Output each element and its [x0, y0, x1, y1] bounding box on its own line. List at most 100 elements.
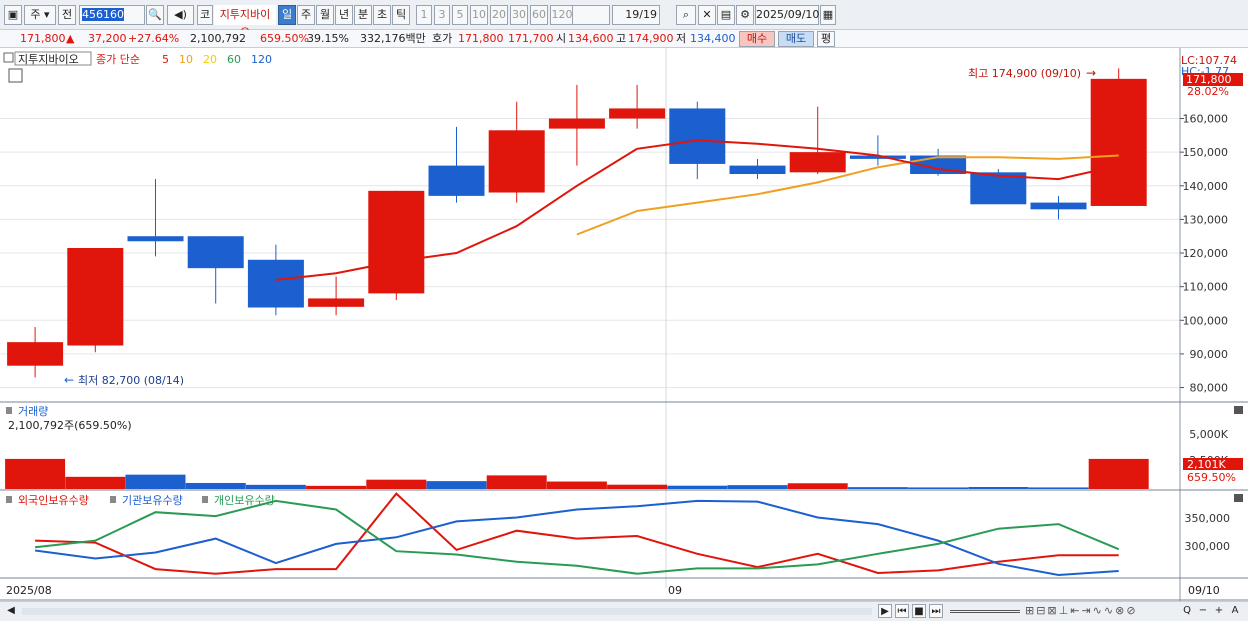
x-label-end: 09/10 — [1188, 584, 1220, 597]
period-select[interactable]: 주 ▾ — [24, 5, 56, 25]
chart-area[interactable]: 80,000 90,000 100,000 110,000 120,000 130,000… — [0, 48, 1248, 601]
save-icon[interactable]: ▤ — [717, 5, 735, 25]
candle-body — [187, 236, 244, 269]
nav-button[interactable]: ▶ — [878, 604, 892, 618]
volume-bar — [125, 474, 186, 489]
candle-body — [789, 152, 846, 173]
interval-button[interactable]: 월 — [316, 5, 334, 25]
ma-legend-item[interactable]: 120 — [251, 53, 272, 66]
nav-button[interactable]: ■ — [912, 604, 926, 618]
volume-bar — [667, 485, 728, 489]
volume-bar — [607, 484, 668, 489]
code-input[interactable]: 456160 — [79, 5, 145, 25]
x-label-start: 2025/08 — [6, 584, 52, 597]
interval-button[interactable]: 틱 — [392, 5, 410, 25]
volume-bar — [426, 481, 487, 489]
interval-button[interactable]: 일 — [278, 5, 296, 25]
candle-body — [729, 165, 786, 175]
legend-name: 지투지바이오 — [18, 53, 79, 66]
high-price: 174,900 — [628, 32, 674, 45]
holdings-legend-label: 기관보유수량 — [122, 494, 183, 507]
holdings-legend-icon[interactable] — [6, 496, 12, 503]
turnover-rate: 39.15% — [307, 32, 349, 45]
last-pct-label: 28.02% — [1187, 85, 1229, 98]
calendar-icon[interactable]: ▦ — [820, 5, 836, 25]
date-input[interactable]: 2025/09/10 — [755, 5, 819, 25]
minute-button[interactable]: 60 — [530, 5, 548, 25]
interval-button[interactable]: 초 — [373, 5, 391, 25]
crosshair-icon[interactable]: ✕ — [698, 5, 716, 25]
holdings-tick-label: 350,000 — [1185, 512, 1231, 525]
quote-info-bar: 171,800 ▲ 37,200 +27.64% 2,100,792 659.5… — [0, 30, 1248, 48]
minute-button[interactable]: 3 — [434, 5, 450, 25]
zoom-tool[interactable]: − — [1196, 604, 1210, 618]
holdings-legend-icon[interactable] — [110, 496, 116, 503]
volume-panel-icon[interactable] — [6, 407, 12, 414]
zoom-tool[interactable]: Q — [1180, 604, 1194, 618]
volume-bar — [366, 479, 427, 489]
buy-button[interactable]: 매수 — [739, 31, 775, 47]
minute-button[interactable]: 20 — [490, 5, 508, 25]
interval-button[interactable]: 주 — [297, 5, 315, 25]
candle-body — [247, 259, 304, 308]
candle-body — [7, 342, 64, 366]
binoculars-icon[interactable]: ⌕ — [676, 5, 696, 25]
search-icon[interactable]: 🔍 — [146, 5, 164, 25]
candle-body — [488, 130, 545, 193]
up-arrow-icon: ▲ — [66, 32, 75, 45]
y-tick-label: 120,000 — [1183, 247, 1229, 260]
nav-button[interactable]: ⏮ — [895, 604, 909, 618]
drawing-tools[interactable]: ⊞⊟⊠⊥⇤⇥∿∿⊗⊘ — [1025, 604, 1175, 618]
menu-icon[interactable]: ▣ — [4, 5, 22, 25]
minute-button[interactable]: 30 — [510, 5, 528, 25]
holdings-legend-icon[interactable] — [202, 496, 208, 503]
open-price: 134,600 — [568, 32, 614, 45]
ma-legend-item[interactable]: 5 — [162, 53, 169, 66]
ma-legend-item[interactable]: 60 — [227, 53, 241, 66]
ma-legend-item[interactable]: 20 — [203, 53, 217, 66]
volume-bar — [5, 458, 66, 489]
interval-button[interactable]: 년 — [335, 5, 353, 25]
sell-button[interactable]: 매도 — [778, 31, 814, 47]
minute-button[interactable]: 120 — [550, 5, 574, 25]
zoom-slider[interactable] — [950, 610, 1020, 613]
close-icon[interactable] — [1234, 494, 1243, 502]
scrollbar-track[interactable] — [22, 608, 872, 615]
speaker-icon[interactable]: ◀) — [167, 5, 194, 25]
holdings-legend-label: 외국인보유수량 — [18, 494, 89, 507]
period-value: 주 — [30, 8, 41, 21]
minute-button[interactable]: 10 — [470, 5, 488, 25]
zoom-tool[interactable]: A — [1228, 604, 1242, 618]
volume-bar — [908, 487, 969, 489]
zoom-tool[interactable]: + — [1212, 604, 1226, 618]
minute-button[interactable]: 5 — [452, 5, 468, 25]
min-annotation: 최저 82,700 (08/14) — [78, 374, 184, 387]
close-icon[interactable] — [1234, 406, 1243, 414]
code-value: 456160 — [82, 8, 124, 21]
volume-value-label: 2,100,792주(659.50%) — [8, 419, 132, 432]
bid-price: 171,700 — [508, 32, 554, 45]
legend-ma-label: 종가 단순 — [96, 53, 140, 66]
calendar-icon[interactable] — [8, 68, 23, 83]
quote-label: 호가 — [432, 32, 453, 45]
trade-amount: 332,176백만 — [360, 32, 426, 45]
nav-button[interactable]: ⏭ — [929, 604, 943, 618]
bottom-bar: ◀ ▶ ⏮ ■ ⏭ ⊞⊟⊠⊥⇤⇥∿∿⊗⊘ Q − + A — [0, 601, 1248, 621]
candle-body — [1030, 202, 1087, 210]
volume-bar — [1028, 487, 1089, 489]
market-tag[interactable]: 코 — [197, 5, 213, 25]
scope-button[interactable]: 전 — [58, 5, 76, 25]
candle-body — [67, 247, 124, 346]
volume-title: 거래량 — [18, 405, 48, 418]
volume-bar — [486, 475, 547, 489]
average-button[interactable]: 평 — [817, 31, 835, 47]
high-label: 고 — [616, 32, 627, 45]
scroll-left-icon[interactable]: ◀ — [4, 604, 18, 618]
interval-button[interactable]: 분 — [354, 5, 372, 25]
holdings-legend-label: 개인보유수량 — [214, 494, 275, 507]
ma-legend-item[interactable]: 10 — [179, 53, 193, 66]
custom-input[interactable] — [572, 5, 610, 25]
gear-icon[interactable]: ⚙ — [736, 5, 754, 25]
minute-button[interactable]: 1 — [416, 5, 432, 25]
stock-name: 지투지바이오 — [214, 5, 276, 39]
